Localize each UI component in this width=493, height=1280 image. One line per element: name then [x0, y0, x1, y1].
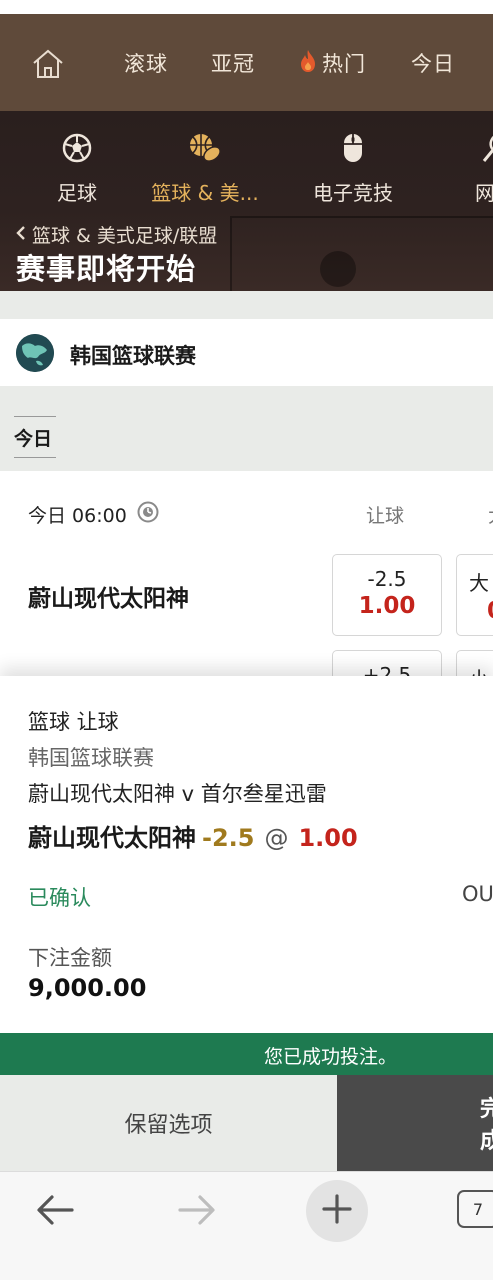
chevron-left-icon: [16, 224, 26, 246]
plus-icon: [321, 1193, 353, 1229]
odds-button-handicap[interactable]: -2.5 1.00: [332, 554, 442, 636]
new-tab-button[interactable]: [306, 1180, 368, 1242]
back-arrow-icon[interactable]: [34, 1192, 76, 1232]
odds-button-total[interactable]: 大 0: [456, 554, 493, 636]
success-banner: 您已成功投注。: [0, 1033, 493, 1075]
sport-tab-label: 网球: [475, 181, 493, 205]
total-line: 大: [469, 571, 489, 595]
handicap-price: 1.00: [358, 593, 416, 619]
date-filter-bar: 今日: [0, 386, 493, 471]
browser-toolbar: 7: [0, 1171, 493, 1280]
page-title: 赛事即将开始: [16, 252, 197, 286]
event-time: 今日 06:00: [28, 501, 159, 528]
sport-tab-basketball[interactable]: 篮球 & 美...: [150, 131, 260, 206]
selection-at: @: [264, 824, 289, 852]
action-buttons: 保留选项 完成: [0, 1075, 493, 1171]
mouse-icon: [312, 131, 394, 165]
breadcrumb-label: 篮球 & 美式足球/联盟: [32, 225, 218, 247]
basketball-football-icon: [150, 131, 260, 165]
tab-today[interactable]: 今日: [14, 416, 56, 458]
event-time-label: 今日 06:00: [28, 505, 127, 527]
nav-item-today[interactable]: 今日: [411, 48, 455, 78]
league-header[interactable]: 韩国篮球联赛: [0, 319, 493, 386]
flame-icon: [298, 49, 318, 78]
sport-tab-tennis[interactable]: 网球: [470, 131, 493, 206]
nav-item-live[interactable]: 滚球: [124, 48, 168, 78]
event-card: 今日 06:00 让球 大 蔚山现代太阳神 -2.5 1.00 大 0 +2.5…: [0, 471, 493, 681]
total-price: 0: [469, 598, 493, 624]
sport-tab-esports[interactable]: 电子竞技: [312, 131, 394, 206]
success-message: 您已成功投注。: [264, 1046, 398, 1068]
stake-label: 下注金额: [28, 946, 112, 970]
column-header-handicap: 让球: [366, 505, 405, 527]
globe-asia-icon: [16, 334, 54, 372]
league-name: 韩国篮球联赛: [70, 344, 196, 368]
nav-item-hot-label: 热门: [322, 52, 366, 76]
sport-category-bar: 足球 篮球 & 美... 电子竞技 网球 篮球 & 美式足球/联盟 赛事即将开始: [0, 111, 493, 291]
tab-switcher-button[interactable]: 7: [457, 1190, 493, 1228]
forward-arrow-icon[interactable]: [176, 1192, 218, 1232]
handicap-line: -2.5: [367, 567, 407, 591]
sport-tab-label: 足球: [57, 181, 97, 205]
sport-tab-label: 篮球 & 美...: [151, 181, 259, 205]
bet-match: 蔚山现代太阳神 v 首尔叁星迅雷: [28, 782, 327, 806]
court-background-circle: [320, 251, 356, 287]
stake-value: 9,000.00: [28, 974, 147, 1002]
court-background: [230, 216, 493, 291]
clock-badge-icon: [137, 501, 159, 528]
nav-item-hot[interactable]: 热门: [298, 48, 366, 78]
selection-handicap: -2.5: [202, 824, 255, 852]
soccer-ball-icon: [54, 131, 100, 165]
sport-tab-soccer[interactable]: 足球: [54, 131, 100, 206]
bet-league: 韩国篮球联赛: [28, 746, 154, 770]
sport-tab-label: 电子竞技: [313, 181, 393, 205]
bet-selection: 蔚山现代太阳神 -2.5 @1.00: [28, 818, 358, 853]
selection-team: 蔚山现代太阳神: [28, 824, 196, 852]
section-divider: [0, 291, 493, 319]
top-nav: 滚球 亚冠 热门 今日: [0, 14, 493, 111]
breadcrumb[interactable]: 篮球 & 美式足球/联盟: [16, 221, 217, 248]
home-team-name: 蔚山现代太阳神: [28, 586, 189, 612]
bet-receipt-sheet: 篮球 让球 韩国篮球联赛 蔚山现代太阳神 v 首尔叁星迅雷 蔚山现代太阳神 -2.…: [0, 676, 493, 1033]
selection-odds: 1.00: [298, 824, 358, 852]
bet-status: 已确认: [28, 886, 91, 910]
home-icon[interactable]: [30, 46, 66, 82]
keep-selections-button[interactable]: 保留选项: [0, 1075, 337, 1171]
tennis-racket-icon: [470, 131, 493, 165]
nav-item-afc[interactable]: 亚冠: [211, 48, 255, 78]
column-header-total: 大: [488, 501, 493, 528]
status-strip: [0, 0, 493, 14]
bet-market: 篮球 让球: [28, 710, 119, 734]
bet-reference: OU: [462, 882, 493, 906]
done-button[interactable]: 完成: [337, 1075, 493, 1171]
